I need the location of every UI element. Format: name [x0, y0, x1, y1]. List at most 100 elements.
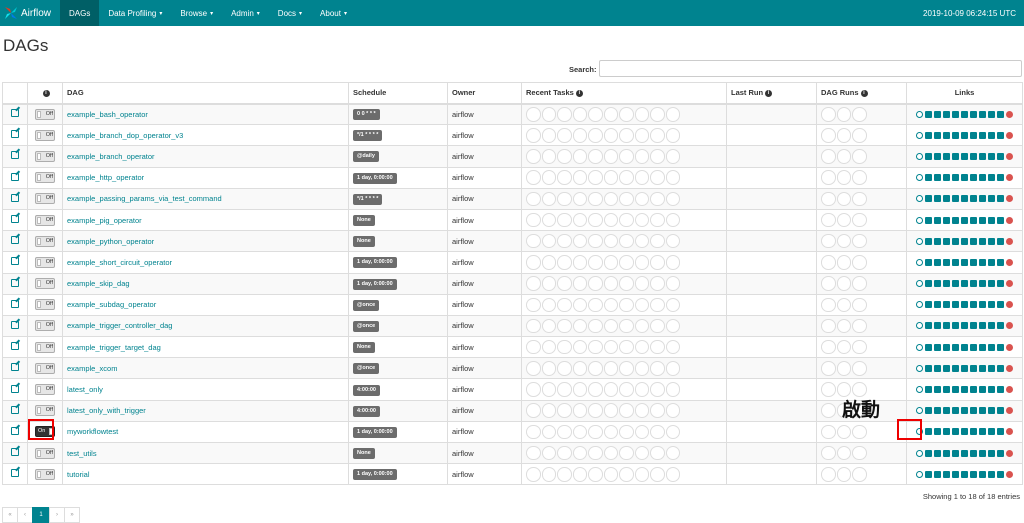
task-status-circle[interactable] [588, 233, 603, 249]
refresh-icon[interactable] [997, 386, 1004, 394]
trigger-dag-icon[interactable] [916, 216, 923, 224]
dag-toggle[interactable]: Off [35, 362, 55, 374]
run-status-circle[interactable] [852, 191, 867, 207]
dag-link[interactable]: latest_only [67, 385, 103, 394]
task-status-circle[interactable] [603, 255, 618, 270]
refresh-icon[interactable] [997, 195, 1004, 203]
trigger-dag-icon[interactable] [916, 280, 923, 288]
task-status-circle[interactable] [603, 276, 618, 291]
refresh-icon[interactable] [997, 449, 1004, 457]
delete-icon[interactable] [1006, 428, 1013, 436]
dag-link[interactable]: latest_only_with_trigger [67, 406, 146, 415]
duration-icon[interactable] [943, 280, 950, 288]
col-recent-tasks[interactable]: Recent Tasks i [521, 82, 727, 105]
task-status-circle[interactable] [557, 128, 572, 143]
task-status-circle[interactable] [650, 445, 665, 461]
duration-icon[interactable] [943, 428, 950, 436]
graph-view-icon[interactable] [934, 152, 941, 160]
task-tries-icon[interactable] [952, 322, 959, 330]
task-status-circle[interactable] [665, 107, 680, 122]
task-status-circle[interactable] [557, 276, 572, 291]
search-input[interactable] [599, 60, 1022, 77]
run-status-circle[interactable] [836, 339, 851, 355]
task-status-circle[interactable] [557, 318, 572, 334]
task-status-circle[interactable] [619, 212, 634, 228]
gantt-icon[interactable] [970, 322, 977, 330]
task-status-circle[interactable] [619, 297, 634, 313]
duration-icon[interactable] [943, 407, 950, 415]
delete-icon[interactable] [1006, 152, 1013, 160]
dag-link[interactable]: example_bash_operator [67, 110, 148, 119]
task-status-circle[interactable] [541, 382, 556, 397]
gantt-icon[interactable] [970, 301, 977, 309]
task-status-circle[interactable] [619, 361, 634, 376]
task-status-circle[interactable] [588, 170, 603, 185]
dag-toggle[interactable]: Off [35, 193, 55, 205]
edit-icon[interactable] [11, 109, 19, 118]
graph-view-icon[interactable] [934, 110, 941, 118]
task-status-circle[interactable] [557, 212, 572, 228]
logs-icon[interactable] [988, 364, 995, 372]
task-status-circle[interactable] [557, 445, 572, 461]
run-status-circle[interactable] [852, 107, 867, 122]
run-status-circle[interactable] [836, 191, 851, 207]
tree-view-icon[interactable] [925, 216, 932, 224]
trigger-dag-icon[interactable] [916, 195, 923, 203]
refresh-icon[interactable] [997, 364, 1004, 372]
dag-link[interactable]: example_subdag_operator [67, 300, 156, 309]
task-status-circle[interactable] [588, 212, 603, 228]
logs-icon[interactable] [988, 237, 995, 245]
landing-times-icon[interactable] [961, 216, 968, 224]
task-status-circle[interactable] [619, 318, 634, 334]
run-status-circle[interactable] [836, 445, 851, 461]
dag-toggle[interactable]: Off [35, 299, 55, 311]
task-status-circle[interactable] [526, 382, 541, 397]
edit-icon[interactable] [11, 257, 19, 266]
task-status-circle[interactable] [541, 297, 556, 313]
refresh-icon[interactable] [997, 216, 1004, 224]
task-tries-icon[interactable] [952, 131, 959, 139]
dag-toggle[interactable]: Off [35, 172, 55, 184]
delete-icon[interactable] [1006, 322, 1013, 330]
dag-link[interactable]: example_http_operator [67, 173, 144, 182]
task-status-circle[interactable] [541, 467, 556, 482]
dag-link[interactable]: example_short_circuit_operator [67, 258, 172, 267]
refresh-icon[interactable] [997, 131, 1004, 139]
task-status-circle[interactable] [650, 212, 665, 228]
logs-icon[interactable] [988, 407, 995, 415]
code-icon[interactable] [979, 174, 986, 182]
dag-toggle[interactable]: Off [35, 278, 55, 290]
tree-view-icon[interactable] [925, 470, 932, 478]
task-status-circle[interactable] [588, 467, 603, 482]
run-status-circle[interactable] [852, 128, 867, 143]
task-status-circle[interactable] [557, 424, 572, 440]
trigger-dag-icon[interactable] [916, 322, 923, 330]
tree-view-icon[interactable] [925, 449, 932, 457]
duration-icon[interactable] [943, 195, 950, 203]
task-status-circle[interactable] [619, 445, 634, 461]
task-status-circle[interactable] [572, 382, 587, 397]
task-status-circle[interactable] [665, 170, 680, 185]
delete-icon[interactable] [1006, 343, 1013, 351]
code-icon[interactable] [979, 428, 986, 436]
task-status-circle[interactable] [650, 107, 665, 122]
delete-icon[interactable] [1006, 216, 1013, 224]
dag-link[interactable]: example_passing_params_via_test_command [67, 194, 222, 203]
gantt-icon[interactable] [970, 258, 977, 266]
task-status-circle[interactable] [634, 191, 649, 207]
edit-icon[interactable] [11, 236, 19, 245]
task-status-circle[interactable] [588, 191, 603, 207]
task-tries-icon[interactable] [952, 386, 959, 394]
trigger-dag-icon[interactable] [916, 110, 923, 118]
task-status-circle[interactable] [557, 403, 572, 418]
col-owner[interactable]: Owner [447, 82, 522, 105]
task-status-circle[interactable] [526, 467, 541, 482]
task-status-circle[interactable] [634, 318, 649, 334]
task-status-circle[interactable] [650, 255, 665, 270]
task-status-circle[interactable] [541, 424, 556, 440]
run-status-circle[interactable] [836, 128, 851, 143]
code-icon[interactable] [979, 364, 986, 372]
trigger-dag-icon[interactable] [916, 152, 923, 160]
task-status-circle[interactable] [588, 424, 603, 440]
graph-view-icon[interactable] [934, 301, 941, 309]
